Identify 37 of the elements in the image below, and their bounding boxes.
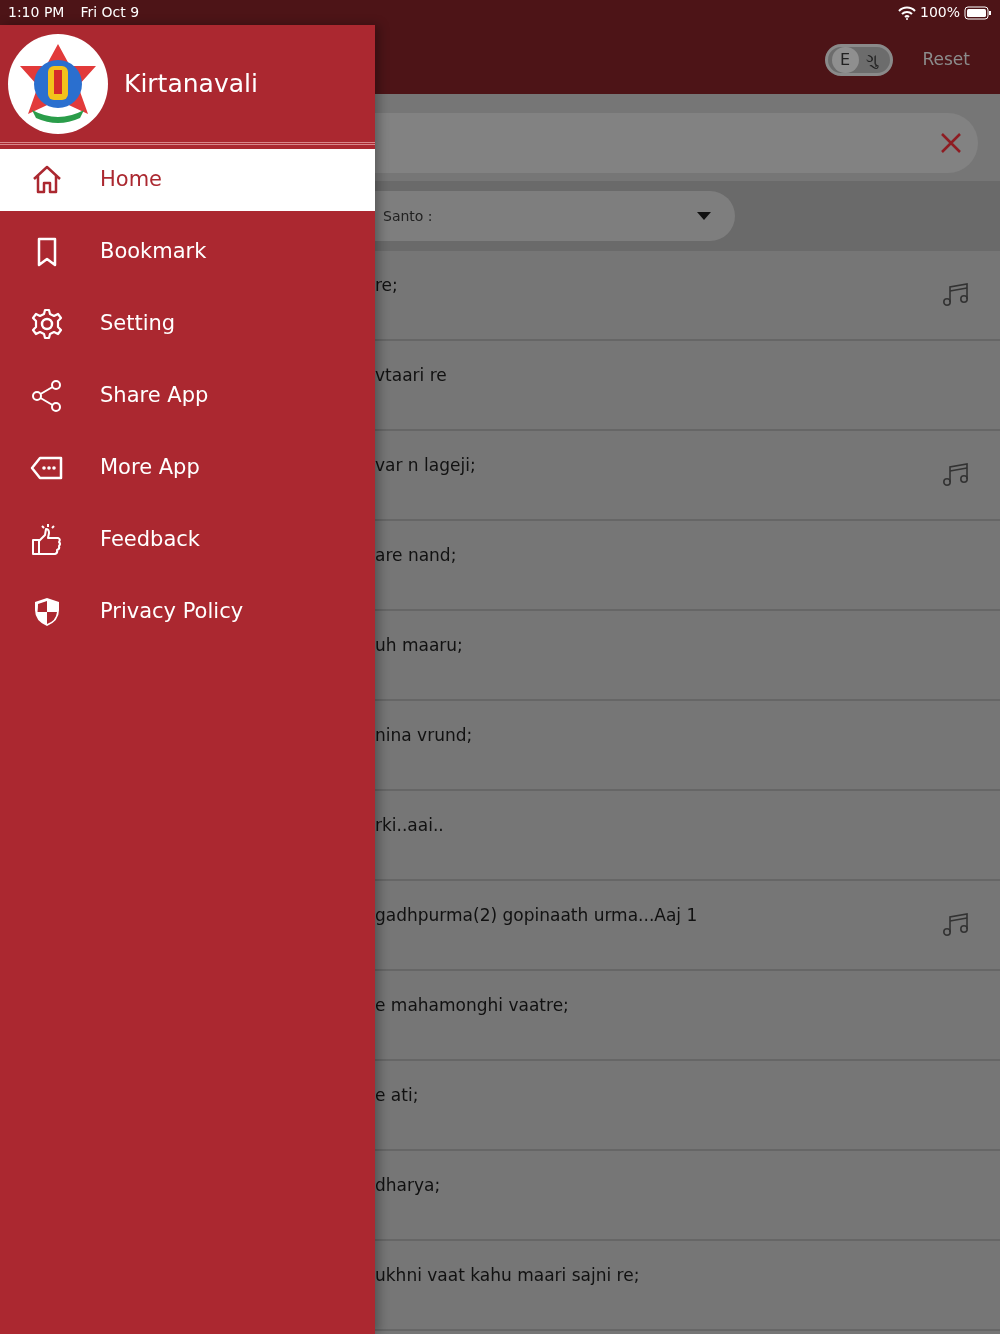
status-date: Fri Oct 9 <box>80 3 140 22</box>
menu-item[interactable]: Share App <box>0 365 375 427</box>
language-toggle[interactable]: E ગુ <box>824 43 893 76</box>
song-title: nina vrund; <box>375 724 473 747</box>
battery-icon <box>964 5 992 20</box>
song-title: gadhpurma(2) gopinaath urma...Aaj 1 <box>375 904 698 927</box>
song-title: var n lageji; <box>375 454 476 477</box>
logo-icon <box>8 33 108 134</box>
menu-item[interactable]: Home <box>0 149 375 211</box>
caret-icon <box>697 212 711 220</box>
menu-item[interactable]: More App <box>0 437 375 499</box>
menu-item[interactable]: Feedback <box>0 509 375 571</box>
language-option[interactable]: ગુ <box>858 46 886 73</box>
wifi-icon <box>897 5 916 20</box>
song-title: ukhni vaat kahu maari sajni re; <box>375 1264 640 1287</box>
thumbs-up-icon <box>30 523 64 557</box>
share-icon <box>30 379 64 413</box>
reset-button[interactable]: Reset <box>916 45 976 74</box>
song-title: e mahamonghi vaatre; <box>375 994 569 1017</box>
song-title: rki..aai.. <box>375 814 444 837</box>
song-title: dharya; <box>375 1174 441 1197</box>
status-time: 1:10 PM <box>8 3 65 22</box>
language-option[interactable]: E <box>831 46 859 73</box>
song-title: vtaari re <box>375 364 447 387</box>
song-title: uh maaru; <box>375 634 463 657</box>
menu-item[interactable]: Privacy Policy <box>0 581 375 643</box>
search-field[interactable] <box>375 113 978 173</box>
close-icon[interactable] <box>940 132 962 154</box>
menu-item[interactable]: Setting <box>0 293 375 355</box>
santo-dropdown[interactable]: Santo : <box>375 191 735 241</box>
song-title: e ati; <box>375 1084 419 1107</box>
app-name: Kirtanavali <box>124 67 258 100</box>
settings-icon <box>30 307 64 341</box>
song-title: are nand; <box>375 544 457 567</box>
song-title: re; <box>375 274 398 297</box>
battery-percent: 100% <box>919 3 960 22</box>
menu-item[interactable]: Bookmark <box>0 221 375 283</box>
